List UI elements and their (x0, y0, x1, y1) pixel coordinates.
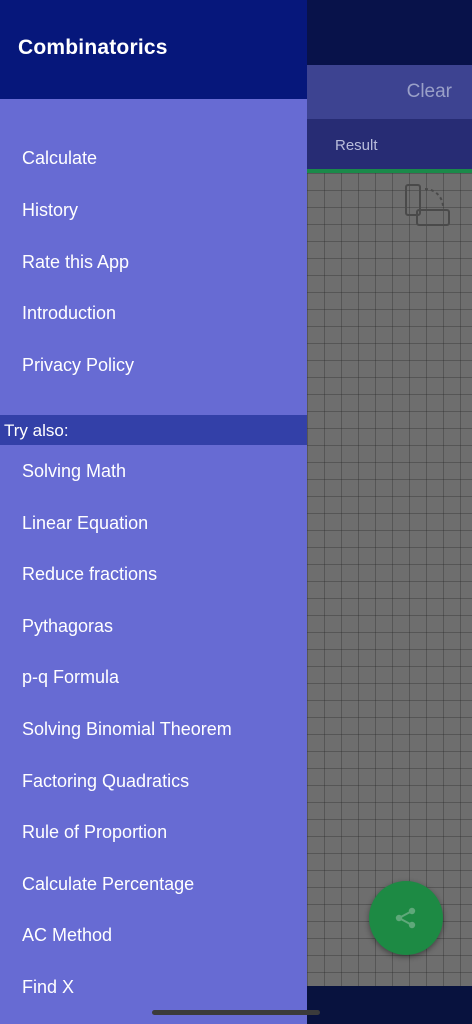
try-item-find-x[interactable]: Find X (22, 975, 74, 999)
home-indicator[interactable] (152, 1010, 320, 1015)
try-item-factoring-quadratics[interactable]: Factoring Quadratics (22, 769, 189, 793)
clear-button[interactable]: Clear (407, 81, 452, 103)
try-item-solving-math[interactable]: Solving Math (22, 459, 126, 483)
drawer-title: Combinatorics (18, 36, 168, 59)
bottom-bar (307, 986, 472, 1024)
share-button[interactable] (369, 881, 443, 955)
try-item-ac-method[interactable]: AC Method (22, 923, 112, 947)
try-item-linear-equation[interactable]: Linear Equation (22, 511, 148, 535)
try-item-rule-of-proportion[interactable]: Rule of Proportion (22, 820, 167, 844)
result-grid-area (307, 173, 472, 986)
menu-item-introduction[interactable]: Introduction (22, 301, 116, 325)
navigation-drawer: Combinatorics Calculate History Rate thi… (0, 0, 307, 1024)
drawer-header: Combinatorics (0, 0, 307, 99)
try-item-reduce-fractions[interactable]: Reduce fractions (22, 562, 157, 586)
try-item-calculate-percentage[interactable]: Calculate Percentage (22, 872, 194, 896)
menu-item-history[interactable]: History (22, 198, 78, 222)
rotate-screen-icon[interactable] (403, 183, 453, 229)
tab-bar (307, 119, 472, 169)
try-also-label: Try also: (4, 421, 69, 440)
try-item-pq-formula[interactable]: p-q Formula (22, 665, 119, 689)
share-icon (395, 907, 416, 929)
try-item-pythagoras[interactable]: Pythagoras (22, 614, 113, 638)
tab-result[interactable]: Result (335, 137, 378, 154)
try-item-binomial-theorem[interactable]: Solving Binomial Theorem (22, 717, 232, 741)
menu-item-calculate[interactable]: Calculate (22, 146, 97, 170)
menu-item-privacy-policy[interactable]: Privacy Policy (22, 353, 134, 377)
menu-item-rate-app[interactable]: Rate this App (22, 250, 129, 274)
